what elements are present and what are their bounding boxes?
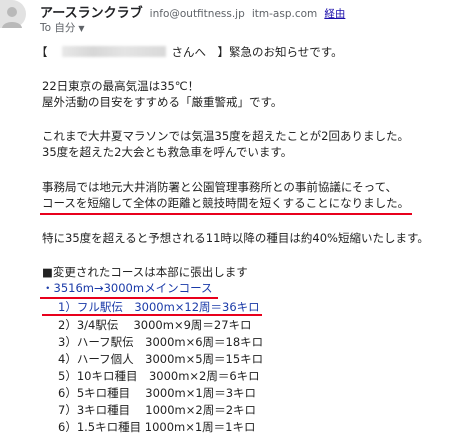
greeting-suffix: さんへ 】緊急のお知らせです。 bbox=[171, 45, 343, 59]
person-icon bbox=[2, 7, 22, 28]
greeting-line: 【 さんへ 】緊急のお知らせです。 bbox=[36, 45, 343, 60]
list-item: 4）ハーフ個人 3000m×5周＝15キロ bbox=[58, 352, 264, 366]
body-line: 事務局では地元大井消防署と公園管理事務所との事前協議にそって、 bbox=[42, 180, 398, 194]
body-line: 22日東京の最高気温は35℃！ bbox=[42, 79, 200, 93]
recipient-label: To 自分 bbox=[40, 22, 76, 34]
recipient-details-toggle[interactable]: To 自分 ▼ bbox=[40, 20, 85, 35]
body-line: これまで大井夏マラソンでは気温35度を超えたことが2回ありました。 bbox=[42, 129, 409, 143]
list-item: 3）ハーフ駅伝 3000m×6周＝18キロ bbox=[58, 335, 264, 349]
list-item: 7）3キロ種目 1000m×2周＝2キロ bbox=[58, 403, 257, 417]
list-item: 6）5キロ種目 3000m×1周＝3キロ bbox=[58, 386, 257, 400]
list-item: 2）3/4駅伝 3000m×9周＝27キロ bbox=[58, 318, 252, 332]
body-line-highlighted: コースを短縮して全体の距離と競技時間を短くすることになりました。 bbox=[42, 196, 410, 210]
avatar[interactable] bbox=[0, 0, 26, 28]
list-item: 5）10キロ種目 3000m×2周＝6キロ bbox=[58, 369, 260, 383]
red-underline bbox=[42, 314, 262, 316]
body-line: 屋外活動の目安をすすめる「厳重警戒」です。 bbox=[42, 95, 283, 109]
via-domain: itm-asp.com bbox=[251, 8, 318, 20]
email-header: アースランクラブ info@outfitness.jp itm-asp.com … bbox=[0, 0, 468, 34]
chevron-down-icon: ▼ bbox=[78, 24, 85, 33]
sender-line: アースランクラブ info@outfitness.jp itm-asp.com … bbox=[40, 2, 345, 21]
red-underline bbox=[40, 297, 218, 299]
body-line: 特に35度を超えると予想される11時以降の種目は約40%短縮いたします。 bbox=[42, 231, 429, 245]
list-item: 6）1.5キロ種目 1000m×1周＝1キロ bbox=[58, 420, 256, 434]
sender-email: info@outfitness.jp bbox=[149, 8, 245, 20]
course-line: ・3516m→3000mメインコース bbox=[42, 281, 213, 295]
sender-name[interactable]: アースランクラブ bbox=[40, 6, 143, 21]
redacted-recipient-name bbox=[61, 46, 166, 57]
red-underline bbox=[40, 213, 412, 215]
greeting-prefix: 【 bbox=[36, 45, 48, 59]
changes-heading: ■変更されたコースは本部に張出します bbox=[42, 265, 248, 279]
body-line: 35度を超えた2大会とも救急車を呼んでいます。 bbox=[42, 145, 293, 159]
list-item-highlighted: 1）フル駅伝 3000m×12周＝36キロ bbox=[58, 300, 260, 314]
via-link[interactable]: 経由 bbox=[324, 8, 345, 20]
